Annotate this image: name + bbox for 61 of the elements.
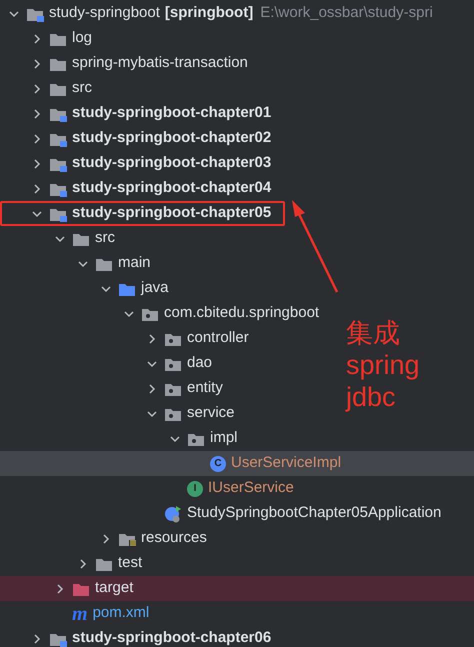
tree-row[interactable]: study-springboot-chapter06 bbox=[0, 626, 274, 647]
maven-icon: m bbox=[72, 598, 88, 628]
item-label: target bbox=[95, 578, 134, 598]
item-label: controller bbox=[187, 328, 249, 348]
item-label: src bbox=[95, 228, 115, 248]
item-label: main bbox=[118, 253, 151, 274]
tree-row[interactable]: study-springboot-chapter03 bbox=[0, 151, 274, 176]
item-label: dao bbox=[187, 353, 212, 374]
tree-row[interactable]: entity bbox=[0, 376, 225, 401]
item-label: IUserService bbox=[208, 478, 294, 498]
tree-row[interactable]: log bbox=[0, 26, 94, 51]
item-label: spring-mybatis-transaction bbox=[72, 53, 248, 74]
item-label: study-springboot bbox=[49, 3, 160, 24]
tree-row[interactable]: spring-mybatis-transaction bbox=[0, 51, 250, 76]
item-label: study-springboot-chapter02 bbox=[72, 128, 272, 148]
module-tag: [springboot] bbox=[164, 2, 254, 25]
item-label: service bbox=[187, 403, 235, 424]
item-label: study-springboot-chapter05 bbox=[72, 203, 272, 224]
tree-row[interactable]: service bbox=[0, 401, 237, 426]
item-label: study-springboot-chapter01 bbox=[72, 103, 272, 124]
tree-row[interactable]: main bbox=[0, 251, 153, 276]
annotation-text: jdbc bbox=[346, 382, 397, 414]
tree-row[interactable]: dao bbox=[0, 351, 214, 376]
interface-icon: I bbox=[187, 480, 203, 496]
project-path: E:\work_ossbar\study-spri bbox=[260, 3, 433, 24]
item-label: com.cbitedu.springboot bbox=[164, 303, 320, 324]
tree-row[interactable]: src bbox=[0, 76, 94, 101]
tree-row[interactable]: study-springboot [springboot] E:\work_ossbar\study-spri bbox=[0, 1, 435, 26]
tree-row[interactable]: study-springboot-chapter02 bbox=[0, 126, 274, 151]
item-label: StudySpringbootChapter05Application bbox=[187, 503, 442, 524]
tree-row[interactable]: m pom.xml bbox=[0, 601, 152, 626]
item-label: resources bbox=[141, 528, 207, 548]
tree-row[interactable]: controller bbox=[0, 326, 251, 351]
item-label: pom.xml bbox=[92, 603, 150, 624]
tree-row[interactable]: target bbox=[0, 576, 474, 601]
item-label: study-springboot-chapter06 bbox=[72, 628, 272, 647]
annotation-text: 集成 bbox=[346, 318, 401, 350]
class-icon: C bbox=[210, 456, 226, 472]
application-class-icon bbox=[164, 504, 182, 522]
tree-row[interactable]: com.cbitedu.springboot bbox=[0, 301, 322, 326]
tree-row[interactable]: StudySpringbootChapter05Application bbox=[0, 501, 444, 526]
tree-row[interactable]: resources bbox=[0, 526, 209, 551]
item-label: test bbox=[118, 553, 142, 574]
tree-row[interactable]: test bbox=[0, 551, 144, 576]
tree-row[interactable]: study-springboot-chapter01 bbox=[0, 101, 274, 126]
item-label: study-springboot-chapter04 bbox=[72, 178, 272, 198]
tree-row[interactable]: java bbox=[0, 276, 171, 301]
annotation-text: spring bbox=[346, 350, 420, 382]
item-label: log bbox=[72, 28, 92, 48]
tree-row[interactable]: C UserServiceImpl bbox=[0, 451, 474, 476]
item-label: entity bbox=[187, 378, 223, 398]
item-label: src bbox=[72, 78, 92, 98]
tree-row[interactable]: impl bbox=[0, 426, 240, 451]
item-label: UserServiceImpl bbox=[231, 453, 342, 474]
item-label: study-springboot-chapter03 bbox=[72, 153, 272, 174]
tree-row[interactable]: I IUserService bbox=[0, 476, 296, 501]
tree-row[interactable]: src bbox=[0, 226, 117, 251]
tree-row[interactable]: study-springboot-chapter04 bbox=[0, 176, 274, 201]
item-label: java bbox=[141, 278, 169, 298]
tree-row[interactable]: study-springboot-chapter05 bbox=[0, 201, 286, 226]
item-label: impl bbox=[210, 428, 238, 448]
